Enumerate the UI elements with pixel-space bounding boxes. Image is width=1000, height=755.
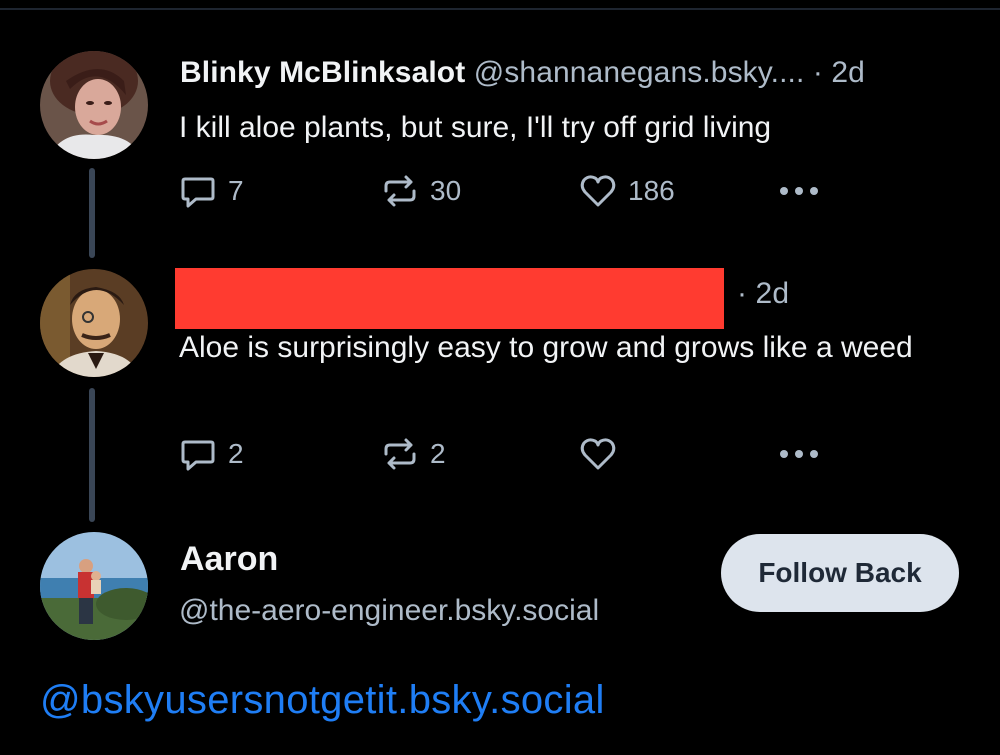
more-icon [780, 187, 818, 195]
post-1-repost-count: 30 [430, 175, 462, 206]
top-divider [0, 8, 1000, 10]
follow-back-button[interactable]: Follow Back [721, 534, 959, 612]
like-icon [580, 175, 616, 207]
post-1-more-button[interactable] [776, 177, 822, 205]
like-icon [580, 438, 616, 470]
post-2-like-button[interactable] [578, 434, 628, 474]
avatar-aaron-image [40, 532, 148, 640]
post-2-timestamp[interactable]: 2d [756, 277, 790, 310]
thread-connector-1 [89, 168, 95, 258]
follow-card-handle[interactable]: @the-aero-engineer.bsky.social [179, 594, 599, 628]
post-1-like-count: 186 [628, 175, 675, 206]
footer-handle-link[interactable]: @bskyusersnotgetit.bsky.social [40, 678, 605, 723]
post-2-repost-count: 2 [430, 438, 446, 469]
post-2-header: · 2d [737, 277, 789, 311]
repost-icon [384, 175, 416, 207]
redacted-author-name [175, 268, 724, 329]
follow-card-name[interactable]: Aaron [180, 540, 278, 579]
post-2-repost-button[interactable]: 2 [380, 434, 446, 474]
avatar-redacted-user-image [40, 269, 148, 377]
avatar-blinky[interactable] [40, 51, 148, 159]
avatar-redacted-user[interactable] [40, 269, 148, 377]
reply-icon [181, 177, 215, 208]
post-2-reply-count: 2 [228, 438, 244, 469]
post-2-text: Aloe is surprisingly easy to grow and gr… [179, 331, 913, 364]
post-1-separator: · [812, 56, 823, 89]
post-2-reply-button[interactable]: 2 [178, 434, 244, 474]
post-2-more-button[interactable] [776, 440, 822, 468]
repost-icon [384, 438, 416, 470]
post-1-header: Blinky McBlinksalot @shannanegans.bsky..… [180, 56, 865, 90]
post-1-reply-count: 7 [228, 175, 244, 206]
post-1-reply-button[interactable]: 7 [178, 171, 244, 211]
post-1-author-name[interactable]: Blinky McBlinksalot [180, 56, 465, 89]
post-1-repost-button[interactable]: 30 [380, 171, 461, 211]
post-1-author-handle[interactable]: @shannanegans.bsky.... [474, 56, 805, 89]
post-1-text: I kill aloe plants, but sure, I'll try o… [179, 111, 772, 144]
thread-connector-2 [89, 388, 95, 522]
post-1-like-button[interactable]: 186 [578, 171, 675, 211]
reply-icon [181, 440, 215, 471]
avatar-blinky-image [40, 51, 148, 159]
post-2-separator: · [737, 277, 748, 310]
post-1-timestamp[interactable]: 2d [831, 56, 865, 89]
more-icon [780, 450, 818, 458]
avatar-aaron[interactable] [40, 532, 148, 640]
